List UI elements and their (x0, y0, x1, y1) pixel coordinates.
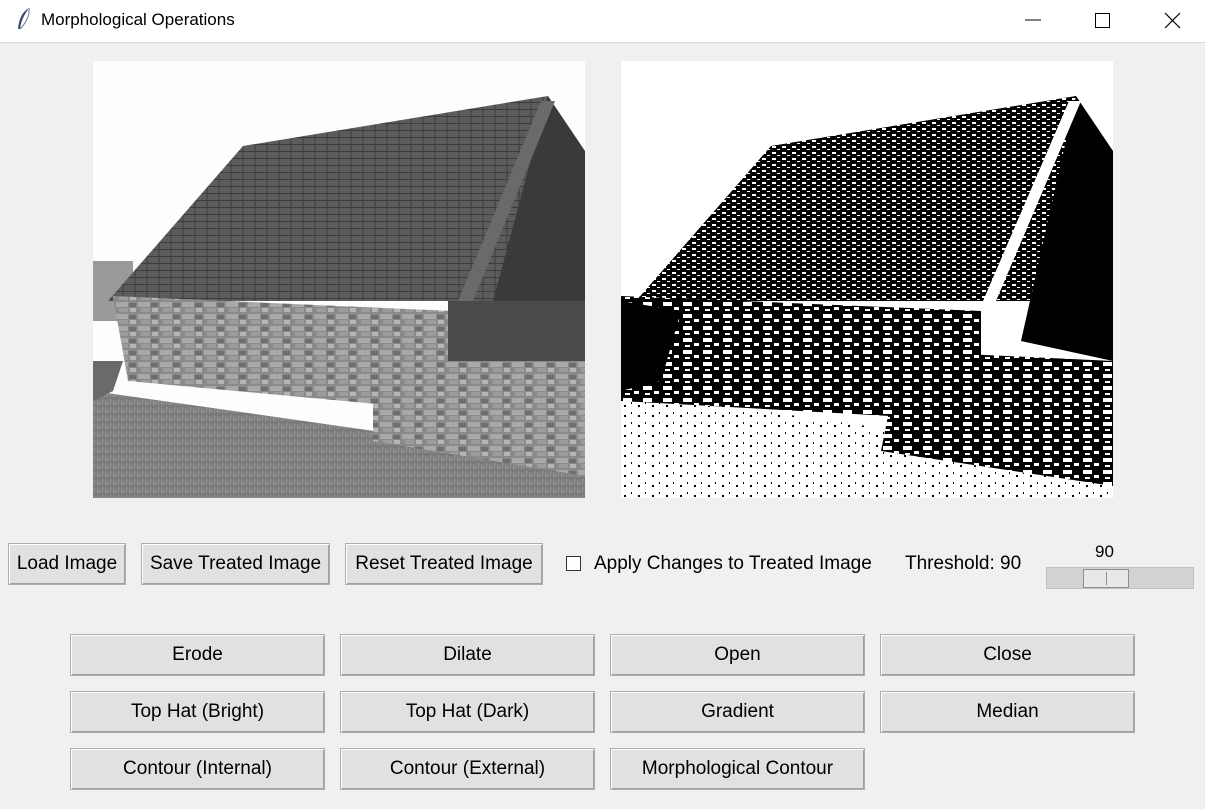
window-title: Morphological Operations (41, 10, 235, 29)
maximize-button[interactable] (1068, 0, 1138, 42)
threshold-slider-handle[interactable] (1083, 569, 1129, 588)
erode-button[interactable]: Erode (70, 634, 325, 676)
apply-changes-label: Apply Changes to Treated Image (594, 553, 872, 574)
open-button[interactable]: Open (610, 634, 865, 676)
median-button[interactable]: Median (880, 691, 1135, 733)
close-operation-button[interactable]: Close (880, 634, 1135, 676)
morphological-contour-button[interactable]: Morphological Contour (610, 748, 865, 790)
treated-image (621, 61, 1113, 498)
load-image-button[interactable]: Load Image (8, 543, 126, 585)
maximize-icon (1095, 13, 1110, 28)
save-treated-image-button[interactable]: Save Treated Image (141, 543, 330, 585)
minimize-icon (1025, 19, 1041, 21)
contour-internal-button[interactable]: Contour (Internal) (70, 748, 325, 790)
top-hat-dark-button[interactable]: Top Hat (Dark) (340, 691, 595, 733)
original-image (93, 61, 585, 498)
dilate-button[interactable]: Dilate (340, 634, 595, 676)
top-hat-bright-button[interactable]: Top Hat (Bright) (70, 691, 325, 733)
threshold-scale-value: 90 (1095, 542, 1114, 561)
title-bar: Morphological Operations (0, 0, 1205, 43)
reset-treated-image-button[interactable]: Reset Treated Image (345, 543, 543, 585)
close-icon (1164, 12, 1181, 29)
contour-external-button[interactable]: Contour (External) (340, 748, 595, 790)
threshold-label: Threshold: 90 (905, 553, 1022, 574)
minimize-button[interactable] (998, 0, 1068, 42)
feather-icon (18, 7, 30, 30)
close-button[interactable] (1138, 0, 1205, 42)
apply-changes-checkbox[interactable] (566, 556, 581, 571)
gradient-button[interactable]: Gradient (610, 691, 865, 733)
